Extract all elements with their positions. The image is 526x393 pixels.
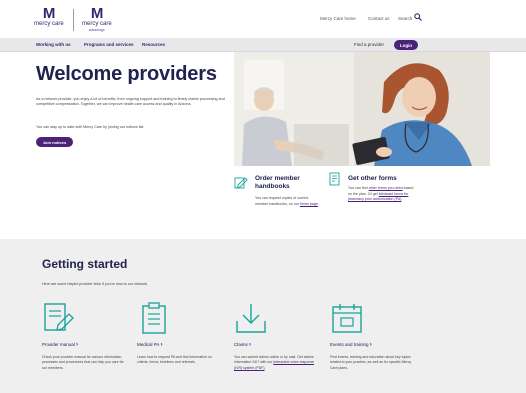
hero-photo: [234, 52, 490, 166]
provider-manual-text: Check your provider manual for various i…: [42, 355, 124, 370]
link-label: Provider manual: [42, 342, 75, 347]
site-header: M mercy care M mercy care advantage Merc…: [0, 0, 526, 38]
forms-page-link[interactable]: forms page: [300, 202, 318, 206]
order-handbooks-title: Order member handbooks: [255, 175, 300, 190]
link-label: Medical PA: [137, 342, 160, 347]
get-other-forms-text: You can find other forms you need based …: [348, 186, 418, 203]
login-button[interactable]: Login: [394, 40, 418, 50]
chevron-right-icon: ›: [369, 342, 372, 348]
search-link[interactable]: Search: [398, 16, 412, 21]
logo-mark: M: [90, 5, 104, 22]
contact-us-link[interactable]: Contact us: [368, 16, 390, 21]
card-text-part: .: [401, 197, 403, 202]
logo-wordmark: mercy care: [34, 21, 64, 27]
calendar-icon: [332, 304, 362, 333]
getting-started-intro: Here are some helpful provider links if …: [42, 282, 149, 286]
events-training-link[interactable]: Events and training ›: [330, 342, 372, 348]
join-notices-button[interactable]: Join notices: [36, 137, 73, 147]
hero-intro: As a network provider, you enjoy a lot o…: [36, 97, 225, 107]
nav-resources[interactable]: Resources: [142, 42, 165, 47]
chevron-right-icon: ›: [76, 342, 79, 348]
logo-divider: [73, 9, 74, 31]
medical-pa-link[interactable]: Medical PA ›: [137, 342, 162, 348]
provider-manual-icon: [44, 303, 74, 331]
order-handbooks-text: You can request copies of current member…: [255, 196, 321, 207]
logo-wordmark: mercy care: [82, 21, 112, 27]
getting-started-title: Getting started: [42, 257, 128, 271]
chevron-right-icon: ›: [160, 342, 163, 348]
events-training-text: Find events, training and education abou…: [330, 355, 412, 370]
other-forms-link[interactable]: other forms you need: [369, 186, 403, 190]
search-icon[interactable]: [414, 13, 422, 21]
handbook-icon: [234, 177, 248, 189]
medical-pa-text: Learn how to request PA and find informa…: [137, 355, 212, 365]
nav-working-with-us[interactable]: Working with us: [36, 42, 71, 47]
claims-link[interactable]: Claims ›: [234, 342, 251, 348]
hero-notices-text: You can stay up to date with Mercy Care …: [36, 125, 145, 129]
mercy-care-advantage-logo[interactable]: M mercy care advantage: [82, 5, 112, 32]
get-other-forms-title: Get other forms: [348, 175, 397, 182]
mercy-care-home-link[interactable]: Mercy Care home: [320, 16, 356, 21]
hero-illustration: [234, 52, 490, 166]
claims-text-part: .: [264, 365, 266, 370]
mercy-care-logo[interactable]: M mercy care: [34, 5, 64, 28]
link-label: Claims: [234, 342, 248, 347]
download-icon: [236, 304, 266, 333]
nav-programs-and-services[interactable]: Programs and services: [84, 42, 134, 47]
main-nav: Working with us Programs and services Re…: [0, 38, 526, 52]
provider-manual-link[interactable]: Provider manual ›: [42, 342, 78, 348]
logo-subword: advantage: [88, 28, 106, 32]
link-label: Events and training: [330, 342, 369, 347]
claims-text: You can submit claims online or by mail.…: [234, 355, 316, 371]
card-text-part: .: [317, 201, 319, 206]
page-title: Welcome providers: [36, 63, 217, 85]
find-provider-link[interactable]: Find a provider: [354, 42, 384, 47]
chevron-right-icon: ›: [249, 342, 252, 348]
clipboard-icon: [142, 302, 166, 334]
card-text-part: You can find: [348, 186, 369, 190]
logo-mark: M: [42, 5, 56, 22]
forms-icon: [329, 172, 340, 186]
